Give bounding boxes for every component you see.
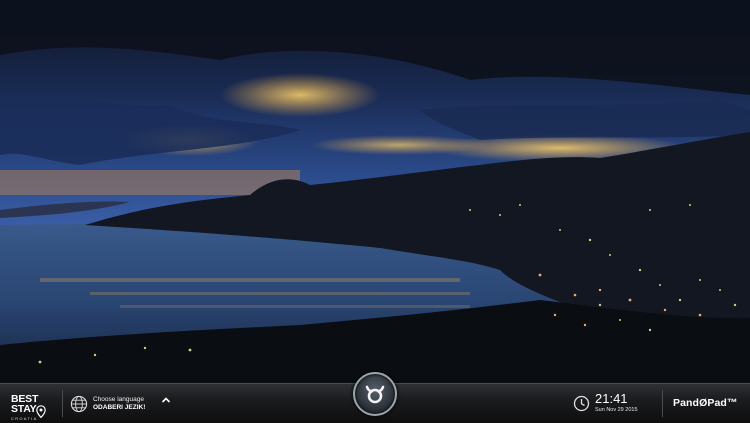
clock-icon: [573, 395, 590, 411]
globe-icon: [70, 395, 88, 413]
night-bay-scene: [0, 0, 750, 383]
logo-subtitle: CROATIA: [11, 416, 38, 421]
location-pin-icon: [36, 405, 46, 418]
logo-line2: STAY: [11, 403, 37, 415]
clock-widget: 21:41 Sun Nov 29 2015: [573, 391, 638, 415]
pandopad-home-icon: [365, 385, 385, 404]
language-selector[interactable]: Choose language ODABERI JEZIK!: [70, 394, 145, 414]
clock-time: 21:41: [595, 391, 628, 406]
chevron-up-icon[interactable]: [160, 395, 172, 405]
language-label: Choose language: [93, 396, 144, 403]
bar-divider: [62, 390, 63, 417]
beststay-logo[interactable]: BEST STAY CROATIA: [11, 394, 55, 421]
clock-date: Sun Nov 29 2015: [595, 407, 638, 413]
pandopad-logo: PandØPad™: [673, 397, 738, 409]
home-button[interactable]: [353, 372, 397, 416]
bar-divider: [662, 390, 663, 417]
language-label-local: ODABERI JEZIK!: [93, 404, 146, 411]
background-photo: [0, 0, 750, 383]
